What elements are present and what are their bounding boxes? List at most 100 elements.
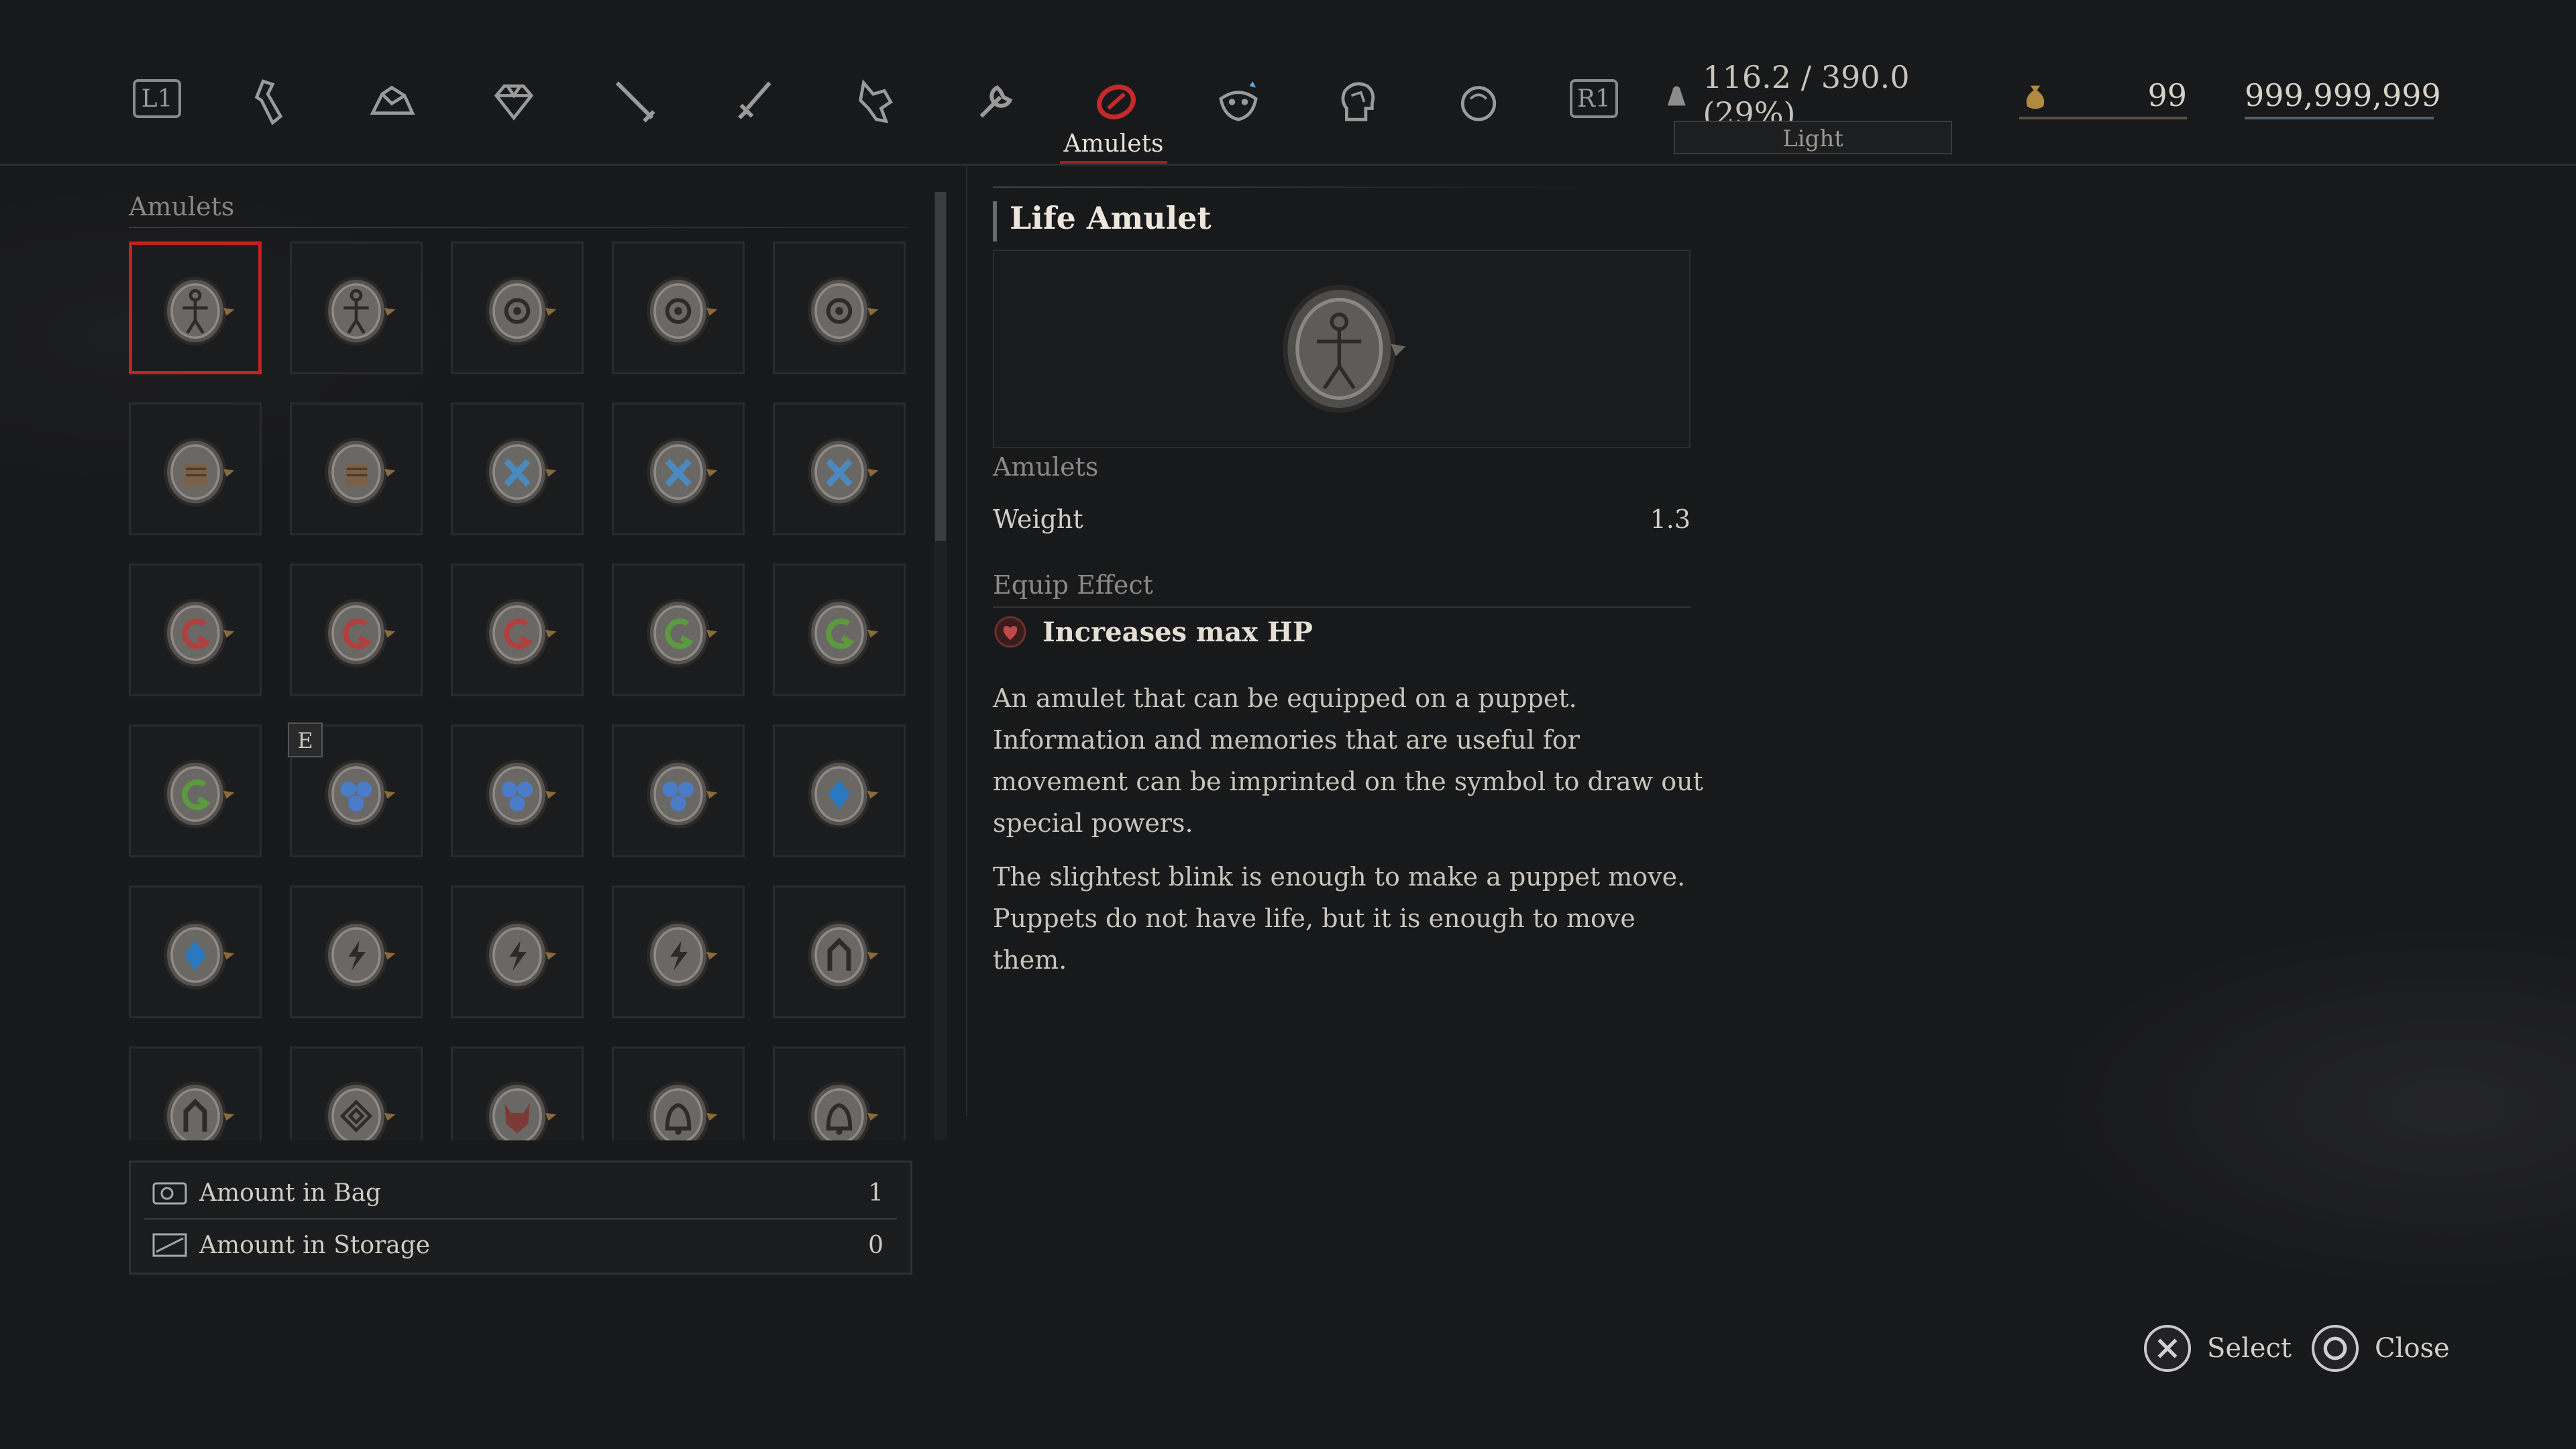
amulet-slot-blue-x[interactable] [773,402,906,535]
active-tab-underline [1060,161,1167,164]
tab-legion-arms[interactable] [843,70,907,134]
blue-orbs-amulet-icon [325,759,396,828]
storage-icon [152,1233,187,1257]
inventory-section-label: Amulets [129,192,235,221]
sword-icon [615,81,655,123]
amulet-slot-life[interactable] [129,241,262,374]
amulet-slot-arch[interactable] [773,885,906,1018]
amulet-slot-life[interactable] [290,241,423,374]
ergo-pouch-icon [2026,85,2045,109]
blue-x-amulet-icon [808,437,879,506]
amulet-slot-bell[interactable] [612,1046,745,1140]
grid-scroll-thumb[interactable] [935,192,946,541]
tab-keys[interactable] [1446,70,1511,134]
amulet-slot-bolt[interactable] [451,885,584,1018]
bolt-amulet-icon [647,920,718,989]
amulet-slot-ring[interactable] [773,241,906,374]
top-navigation-bar: L1 R1 Amulets 116.2 / 390.0 (29%) Light [0,0,2576,166]
tab-amulets[interactable] [1084,70,1148,134]
amulet-slot-arch[interactable] [129,1046,262,1140]
item-preview [993,250,1690,448]
amulet-slot-green-swirl[interactable] [612,564,745,696]
section-divider [129,227,907,228]
blue-orbs-amulet-icon [647,759,718,828]
hilt-icon [738,81,771,119]
head-icon [1341,82,1375,121]
diamond-amulet-icon [325,1081,396,1140]
green-swirl-amulet-icon [647,598,718,667]
amulet-slot-blue-gem[interactable] [129,885,262,1018]
bolt-amulet-icon [486,920,557,989]
description-line-3: The slightest blink is enough to make a … [993,862,1686,892]
tab-weapons[interactable] [602,70,667,134]
circle-button-icon [2312,1325,2359,1372]
red-swirl-amulet-icon [325,598,396,667]
tab-consumables[interactable] [239,70,303,134]
amount-in-bag-label: Amount in Bag [199,1179,382,1207]
amount-in-storage-row: Amount in Storage 0 [151,1222,883,1269]
life-amulet-image [1283,284,1406,413]
ring-amulet-icon [647,276,718,345]
amulet-slot-fist[interactable] [290,402,423,535]
amulet-slot-ring[interactable] [612,241,745,374]
blue-x-amulet-icon [647,437,718,506]
bell-amulet-icon [808,1081,879,1140]
tab-collectibles[interactable] [1206,70,1271,134]
description-line-4: Puppets do not have life, but it is enou… [993,904,1635,975]
close-prompt[interactable]: Close [2312,1322,2450,1375]
amulet-slot-bell[interactable] [773,1046,906,1140]
blue-x-amulet-icon [486,437,557,506]
amulet-icon [1097,85,1136,119]
heart-effect-icon [994,616,1026,648]
cross-button-icon [2144,1325,2191,1372]
amulet-slot-blue-orbs[interactable] [451,724,584,857]
amulet-slot-red-swirl[interactable] [290,564,423,696]
amulet-slot-diamond[interactable] [290,1046,423,1140]
item-weight-row: Weight 1.3 [993,504,1690,534]
ergo-count: 99 [2147,77,2187,113]
amulet-slot-blue-orbs[interactable] [612,724,745,857]
wrench-icon [979,85,1013,118]
tab-handles[interactable] [723,70,788,134]
amount-in-storage-value: 0 [868,1231,883,1259]
item-weight-value: 1.3 [1650,504,1690,534]
amulet-slot-red-swirl[interactable] [451,564,584,696]
detail-title-rule [993,186,1597,188]
amulet-slot-fist[interactable] [129,402,262,535]
amulet-slot-ring[interactable] [451,241,584,374]
red-swirl-amulet-icon [486,598,557,667]
amulet-slot-blue-orbs[interactable]: E [288,722,423,857]
amulet-slot-green-swirl[interactable] [129,724,262,857]
carry-weight: 116.2 / 390.0 (29%) [1664,59,1972,131]
ring-amulet-icon [486,276,557,345]
amulet-slot-red-swirl[interactable] [129,564,262,696]
tab-materials[interactable] [360,70,424,134]
tab-quartz[interactable] [1326,70,1390,134]
description-line-1: An amulet that can be equipped on a pupp… [993,684,1577,713]
tab-tools[interactable] [963,70,1028,134]
description-line-2: Information and memories that are useful… [993,725,1703,838]
ring-amulet-icon [808,276,879,345]
tab-valuables[interactable] [482,70,546,134]
amulet-slot-blue-x[interactable] [451,402,584,535]
amulet-slot-bolt[interactable] [290,885,423,1018]
amulet-slot-blue-gem[interactable] [773,724,906,857]
bolt-amulet-icon [325,920,396,989]
l1-shoulder-button[interactable]: L1 [133,79,181,118]
amulet-grid: E [129,241,914,1140]
blue-orbs-amulet-icon [486,759,557,828]
amulet-slot-beast[interactable] [451,1046,584,1140]
arch-amulet-icon [808,920,879,989]
amulet-slot-green-swirl[interactable] [773,564,906,696]
amulet-slot-bolt[interactable] [612,885,745,1018]
amulet-slot-blue-x[interactable] [612,402,745,535]
green-swirl-amulet-icon [164,759,235,828]
life-amulet-icon [325,276,396,345]
equipped-badge: E [288,722,323,757]
currency-amount: 999,999,999 [2245,77,2441,113]
select-prompt[interactable]: Select [2144,1322,2292,1375]
fist-amulet-icon [325,437,396,506]
item-weight-label: Weight [993,504,1083,534]
r1-shoulder-button[interactable]: R1 [1570,79,1618,118]
item-title: Life Amulet [1010,200,1212,236]
